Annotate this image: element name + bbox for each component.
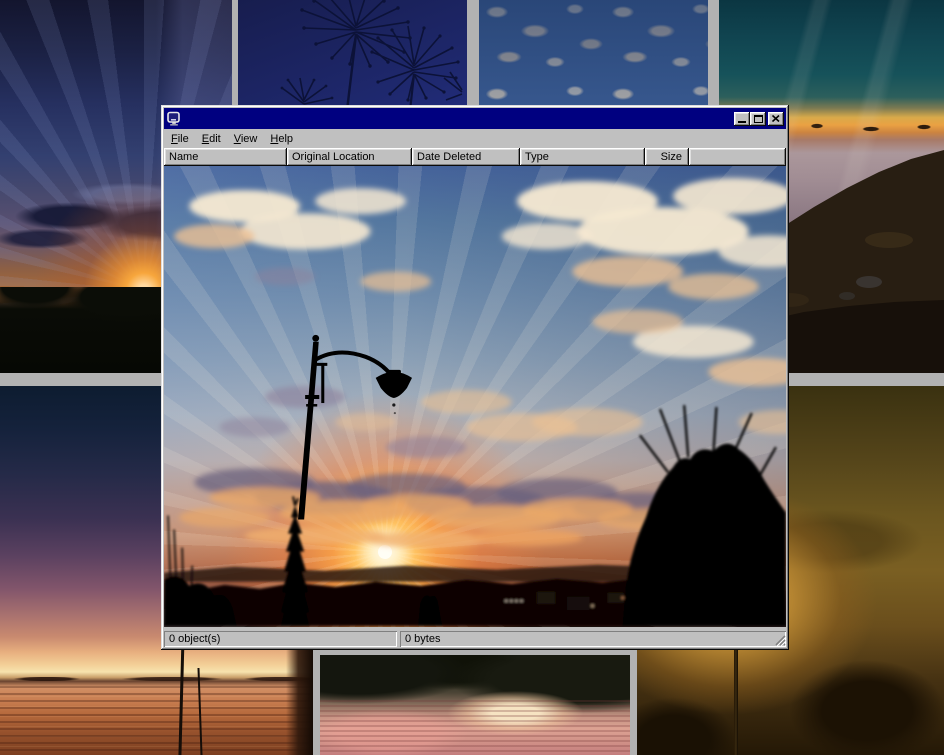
lake-horizon-strip (0, 677, 313, 681)
menu-bar: File Edit View Help (164, 129, 786, 148)
minimize-button[interactable] (734, 112, 750, 126)
menu-view[interactable]: View (228, 131, 265, 147)
program-window-icon (166, 111, 182, 126)
column-header-type[interactable]: Type (520, 148, 645, 166)
column-header-size[interactable]: Size (645, 148, 689, 166)
close-button[interactable] (768, 112, 784, 126)
minimize-icon (738, 121, 746, 123)
list-view-area (164, 166, 786, 627)
title-bar[interactable] (164, 108, 786, 129)
column-header-date-deleted[interactable]: Date Deleted (412, 148, 520, 166)
amber-photo-pole (734, 636, 738, 755)
reflection-ripples (320, 700, 630, 755)
lake-dark-edge (286, 636, 313, 755)
recycle-bin-window: File Edit View Help Name Original Locati… (161, 105, 789, 650)
close-icon (772, 115, 780, 122)
status-bar: 0 object(s) 0 bytes (164, 627, 786, 647)
maximize-button[interactable] (750, 112, 766, 126)
status-size: 0 bytes (400, 631, 786, 647)
resize-grip-icon[interactable] (773, 633, 786, 646)
wallpaper-photo-water-reflection (320, 655, 630, 755)
desktop-wallpaper: File Edit View Help Name Original Locati… (0, 0, 944, 755)
column-header-empty (689, 148, 786, 166)
lake-water-ripples (0, 686, 313, 755)
status-object-count: 0 object(s) (164, 631, 397, 647)
maximize-icon (754, 115, 763, 123)
column-header-name[interactable]: Name (164, 148, 287, 166)
menu-file[interactable]: File (165, 131, 196, 147)
sunset-photo-clouds-and-foreground (164, 166, 786, 627)
column-header-original-location[interactable]: Original Location (287, 148, 412, 166)
menu-edit[interactable]: Edit (196, 131, 228, 147)
menu-help[interactable]: Help (264, 131, 300, 147)
column-header-row: Name Original Location Date Deleted Type… (164, 148, 786, 166)
